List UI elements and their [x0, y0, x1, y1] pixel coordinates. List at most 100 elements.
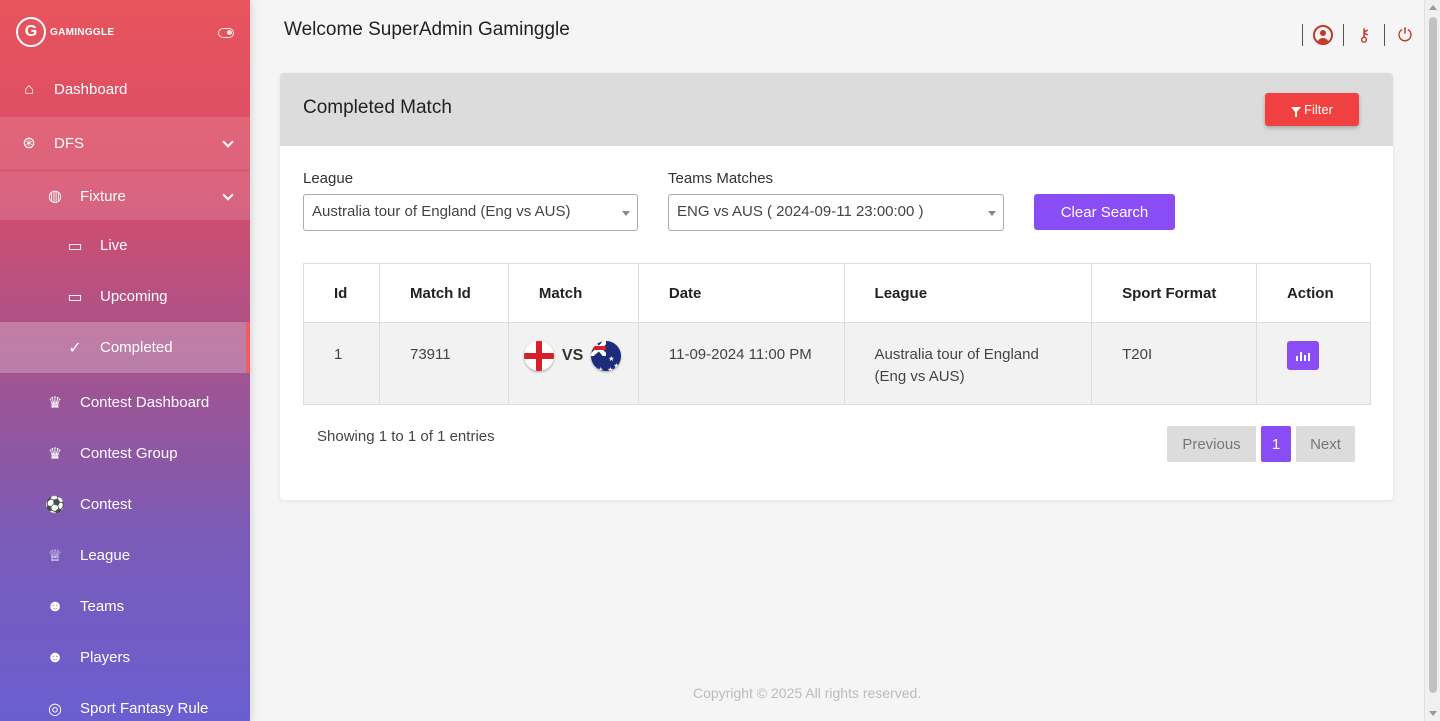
page-title: Completed Match	[303, 97, 452, 118]
sidebar-item-label: Teams	[80, 598, 125, 615]
aperture-icon: ⊛	[22, 135, 36, 152]
sidebar-item-label: Contest Dashboard	[80, 394, 210, 411]
sidebar-item-label: League	[80, 547, 131, 564]
sidebar-item-league[interactable]: ♕ League	[0, 530, 250, 581]
league-select[interactable]: Australia tour of England (Eng vs AUS)	[303, 194, 638, 231]
pagination: Previous 1 Next	[1167, 426, 1355, 462]
filter-button[interactable]: Filter	[1265, 93, 1359, 126]
brand-logo[interactable]: G GAMINGGLE	[0, 0, 250, 64]
table-header-row: Id Match Id Match Date League Sport Form…	[303, 263, 1372, 323]
sidebar-item-dashboard[interactable]: ⌂ Dashboard	[0, 64, 250, 115]
profile-button[interactable]	[1312, 24, 1334, 46]
table-row: 1 73911 VS ★ ★ ★ ★ 11-09-2024 11:00 PM A…	[303, 322, 1372, 405]
view-stats-button[interactable]	[1286, 341, 1319, 370]
next-page-button[interactable]: Next	[1296, 426, 1355, 462]
logout-button[interactable]: ⏻	[1394, 24, 1416, 46]
logo-mark: G	[16, 17, 46, 47]
sidebar-toggle-icon[interactable]	[218, 28, 234, 38]
sidebar-item-contest[interactable]: ⚽ Contest	[0, 479, 250, 530]
completed-match-card: Completed Match Filter League Australia …	[280, 73, 1393, 500]
sidebar-item-contest-dashboard[interactable]: ♛ Contest Dashboard	[0, 377, 250, 428]
star-icon: ★	[597, 367, 604, 371]
home-icon: ⌂	[24, 80, 34, 98]
star-icon: ★	[607, 367, 614, 371]
sidebar-item-label: Live	[100, 237, 128, 254]
trophy-icon: ♛	[47, 394, 63, 412]
sidebar-item-fixture[interactable]: ◍ Fixture	[0, 169, 250, 220]
sidebar-item-label: Sport Fantasy Rule	[80, 700, 209, 717]
user-circle-icon	[1313, 25, 1333, 45]
league-select-value: Australia tour of England (Eng vs AUS)	[312, 203, 571, 220]
sidebar-item-dfs[interactable]: ⊛ DFS	[0, 117, 250, 169]
change-password-button[interactable]: ⚷	[1353, 24, 1375, 46]
card-header: Completed Match Filter	[280, 73, 1393, 146]
top-right-actions: ⚷ ⏻	[1293, 24, 1416, 46]
teams-matches-select[interactable]: ENG vs AUS ( 2024-09-11 23:00:00 )	[668, 194, 1004, 231]
previous-page-button[interactable]: Previous	[1167, 426, 1256, 462]
matches-table: Id Match Id Match Date League Sport Form…	[303, 263, 1372, 405]
clear-search-button[interactable]: Clear Search	[1034, 194, 1175, 230]
scroll-down-icon[interactable]	[1429, 711, 1437, 716]
cell-match-id: 73911	[378, 322, 509, 405]
cell-match: VS ★ ★ ★ ★	[507, 322, 639, 405]
sidebar-item-completed[interactable]: ✓ Completed	[0, 322, 250, 373]
tv-icon: ▭	[67, 237, 83, 255]
filter-button-label: Filter	[1304, 102, 1333, 117]
cell-action	[1255, 322, 1372, 405]
page-scrollbar[interactable]	[1424, 0, 1440, 721]
column-header-id[interactable]: Id	[303, 263, 380, 323]
cell-id: 1	[303, 322, 380, 405]
basketball-icon: ◎	[48, 700, 62, 718]
sidebar-item-label: Contest Group	[80, 445, 178, 462]
scroll-up-icon[interactable]	[1429, 5, 1437, 10]
caret-down-icon	[622, 211, 630, 216]
key-icon: ⚷	[1357, 24, 1371, 45]
soccer-ball-icon: ⚽	[45, 496, 65, 514]
footer-copyright: Copyright © 2025 All rights reserved.	[693, 685, 922, 701]
cell-date: 11-09-2024 11:00 PM	[637, 322, 845, 405]
sidebar-item-live[interactable]: ▭ Live	[0, 220, 250, 271]
league-label: League	[303, 170, 354, 187]
monitor-icon: ▭	[67, 288, 83, 306]
scrollbar-thumb[interactable]	[1429, 17, 1437, 693]
bar-chart-icon	[1295, 352, 1310, 361]
sidebar-item-label: Players	[80, 649, 131, 666]
divider	[1384, 24, 1385, 46]
divider	[1302, 24, 1303, 46]
sidebar-item-teams[interactable]: ☻ Teams	[0, 581, 250, 632]
column-header-match[interactable]: Match	[507, 263, 639, 323]
column-header-match-id[interactable]: Match Id	[378, 263, 509, 323]
column-header-league[interactable]: League	[843, 263, 1093, 323]
sidebar-item-players[interactable]: ☻ Players	[0, 632, 250, 683]
sidebar-item-label: Upcoming	[100, 288, 168, 305]
sidebar-item-sport-fantasy-rule[interactable]: ◎ Sport Fantasy Rule	[0, 683, 250, 721]
sidebar-item-label: DFS	[54, 134, 84, 152]
divider	[1343, 24, 1344, 46]
match-flags: VS ★ ★ ★ ★	[523, 341, 628, 371]
entries-info: Showing 1 to 1 of 1 entries	[317, 428, 495, 445]
teams-matches-select-value: ENG vs AUS ( 2024-09-11 23:00:00 )	[677, 203, 924, 220]
sidebar-item-label: Contest	[80, 496, 132, 513]
sidebar-item-contest-group[interactable]: ♛ Contest Group	[0, 428, 250, 479]
filter-icon	[1291, 106, 1302, 117]
column-header-date[interactable]: Date	[637, 263, 845, 323]
cell-league: Australia tour of England (Eng vs AUS)	[843, 322, 1093, 405]
page-1-button[interactable]: 1	[1261, 426, 1291, 462]
power-icon: ⏻	[1397, 24, 1413, 45]
caret-down-icon	[988, 211, 996, 216]
sidebar-item-label: Completed	[100, 339, 173, 356]
cell-sport-format: T20I	[1091, 322, 1257, 405]
chevron-down-icon	[222, 136, 234, 148]
column-header-action[interactable]: Action	[1255, 263, 1372, 323]
column-header-sport-format[interactable]: Sport Format	[1091, 263, 1257, 323]
england-flag-icon	[523, 341, 554, 371]
sidebar-item-upcoming[interactable]: ▭ Upcoming	[0, 271, 250, 322]
teams-matches-label: Teams Matches	[668, 170, 774, 187]
trophy-icon: ♛	[47, 445, 63, 463]
australia-flag-icon: ★ ★ ★ ★	[591, 341, 622, 371]
chevron-down-icon	[222, 189, 234, 201]
users-icon: ☻	[46, 648, 64, 666]
trophy-outline-icon: ♕	[47, 547, 63, 565]
check-circle-icon: ✓	[68, 339, 82, 357]
logo-text: GAMINGGLE	[50, 26, 115, 38]
